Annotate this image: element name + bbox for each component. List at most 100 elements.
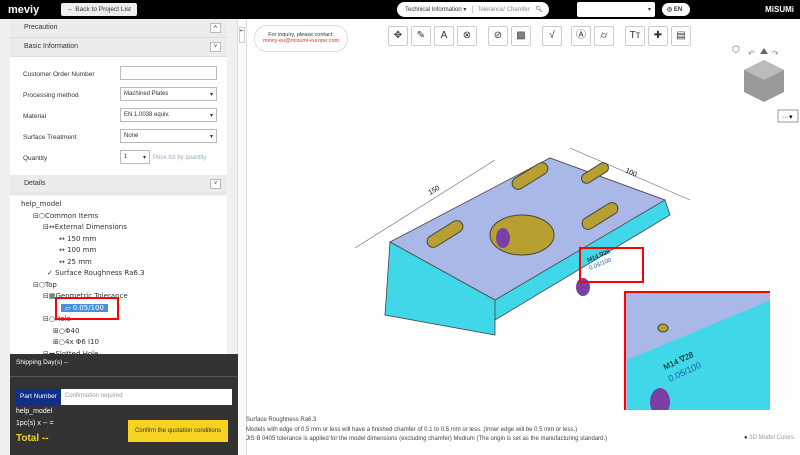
- tree-node[interactable]: ⊟↔External Dimensions: [21, 223, 227, 235]
- numbering-icon[interactable]: ▤: [671, 26, 691, 46]
- tree-label: Common Items: [45, 211, 99, 220]
- surface-treatment-label: Surface Treatment: [23, 134, 77, 141]
- hide-dimension-icon[interactable]: ⊘: [488, 26, 508, 46]
- tree-label: 150 mm: [67, 234, 97, 243]
- material-select[interactable]: EN 1.0038 equiv. ▾: [120, 108, 217, 122]
- inquiry-badge: For inquiry, please contact: meviy-eu@mi…: [254, 25, 348, 52]
- expand-panel-icon[interactable]: ⇤: [239, 27, 245, 43]
- datum-icon[interactable]: ✚: [648, 26, 668, 46]
- price-list-link[interactable]: Price list by quantity: [153, 155, 206, 161]
- tree-node[interactable]: ✓ Surface Roughness Ra6.3: [21, 269, 227, 281]
- chevron-down-icon[interactable]: ˅: [210, 42, 221, 52]
- surface-treatment-value: None: [124, 133, 139, 139]
- tree-label: Surface Roughness Ra6.3: [55, 269, 145, 277]
- tree-highlight-box: [55, 297, 119, 320]
- edit-dimension-icon[interactable]: ✎: [411, 26, 431, 46]
- note-tolerance: JIS B 0405 tolerance is applied for the …: [246, 436, 608, 442]
- text-dimension-icon[interactable]: A: [434, 26, 454, 46]
- 3d-model-viewport[interactable]: 150 100 0.05/100 M14 ∇28 0.05/100 M14 ∇2…: [250, 130, 770, 410]
- chevron-up-icon[interactable]: ˄: [210, 23, 221, 33]
- quantity-label: Quantity: [23, 155, 48, 162]
- highlighted-hole: [576, 278, 590, 296]
- search-category-select[interactable]: Technical Information ▾: [397, 6, 474, 13]
- search-box: Technical Information ▾ Tolerance/ Chamf…: [397, 2, 549, 17]
- tree-label: 25 mm: [67, 257, 92, 266]
- annotation-icon[interactable]: Ⓐ: [571, 26, 591, 46]
- confirm-quotation-button[interactable]: Confirm the quotation conditions: [128, 420, 228, 442]
- customer-order-input[interactable]: [120, 66, 217, 80]
- dimension-100: 100: [624, 167, 638, 178]
- tree-node[interactable]: ↔ 150 mm: [21, 235, 227, 247]
- quantity-line: 1pc(s) x -- =: [16, 420, 54, 427]
- language-button[interactable]: ◎ EN: [662, 3, 690, 16]
- processing-method-select[interactable]: Machined Plates ▾: [120, 87, 217, 101]
- tree-label: Top: [45, 280, 57, 289]
- shipping-panel: Shipping Day(s) -- Part Number Confirmati…: [10, 354, 238, 455]
- part-number-input[interactable]: Confirmation required: [61, 389, 127, 405]
- tree-node-selected[interactable]: ▱ 0.05/100: [21, 303, 227, 316]
- tree-node[interactable]: ↔ 25 mm: [21, 258, 227, 270]
- shipping-days: Shipping Day(s) --: [16, 359, 69, 366]
- processing-method-value: Machined Plates: [124, 91, 169, 97]
- tree-label: Φ40: [64, 326, 80, 335]
- quantity-select[interactable]: 1 ▾: [120, 150, 150, 164]
- delete-dimension-icon[interactable]: ⊗: [457, 26, 477, 46]
- panel-splitter[interactable]: ⇤: [238, 19, 247, 455]
- legend-label: 3D Model Colors: [749, 435, 794, 441]
- svg-text:···▾: ···▾: [782, 114, 793, 121]
- tree-node[interactable]: ⊟⬡Top: [21, 281, 227, 293]
- header-dropdown[interactable]: ▾: [577, 2, 655, 17]
- rotate-up-icon: [760, 48, 768, 54]
- details-label: Details: [24, 180, 46, 187]
- search-input[interactable]: Tolerance/ Chamfer: [473, 7, 535, 13]
- model-colors-legend[interactable]: ● 3D Model Colors: [744, 435, 794, 441]
- fit-view-icon[interactable]: ✥: [388, 26, 408, 46]
- total-price: Total --: [16, 433, 49, 444]
- back-to-project-list-button[interactable]: ← Back to Project List: [61, 3, 137, 16]
- tree-node[interactable]: ⊟⬡Common Items: [21, 212, 227, 224]
- rotate-right-icon: ↷: [772, 49, 779, 58]
- tree-node[interactable]: ⊟○Hole: [21, 315, 227, 327]
- basic-information-section[interactable]: Basic Information ˅: [10, 38, 227, 57]
- help-icon: ●: [744, 435, 748, 441]
- feature-grid-icon[interactable]: ▩: [511, 26, 531, 46]
- tree-node[interactable]: ⊞○Φ40: [21, 327, 227, 339]
- customer-order-label: Customer Order Number: [23, 71, 95, 78]
- tree-label: 4x Φ6 I10: [64, 338, 99, 346]
- part-number-row: Part Number Confirmation required: [16, 389, 232, 405]
- precaution-label: Precaution: [24, 24, 58, 31]
- tree-label: 100 mm: [67, 246, 97, 254]
- tree-node[interactable]: ⊟▦Geometric Tolerance: [21, 292, 227, 304]
- tree-node[interactable]: ⊞○4x Φ6 I10: [21, 338, 227, 350]
- material-label: Material: [23, 113, 47, 120]
- surface-treatment-select[interactable]: None ▾: [120, 129, 217, 143]
- text-size-icon[interactable]: Tт: [625, 26, 645, 46]
- meviy-logo[interactable]: meviy: [8, 4, 60, 16]
- rotate-left-icon: ↶: [748, 49, 755, 58]
- basic-information-label: Basic Information: [24, 43, 79, 50]
- view-cube[interactable]: ⬡ ↶ ↷ ···▾: [728, 40, 800, 130]
- material-value: EN 1.0038 equiv.: [124, 112, 170, 118]
- geometric-tolerance-icon[interactable]: ⌭: [594, 26, 614, 46]
- model-name: help_model: [16, 408, 53, 415]
- inquiry-email-link[interactable]: meviy-eu@misumi-europe.com: [255, 38, 347, 44]
- chevron-down-icon[interactable]: ˅: [210, 179, 221, 189]
- search-category-label: Technical Information: [405, 7, 462, 13]
- details-section[interactable]: Details ˅: [10, 175, 227, 194]
- divider: [10, 376, 238, 377]
- home-view-icon: ⬡: [732, 44, 740, 54]
- surface-roughness-icon[interactable]: √: [542, 26, 562, 46]
- precaution-section[interactable]: Precaution ˄: [10, 19, 227, 38]
- basic-information-form: Customer Order Number Processing method …: [10, 57, 227, 175]
- quantity-value: 1: [124, 154, 128, 160]
- search-icon[interactable]: 🔍︎: [535, 6, 549, 13]
- tree-root[interactable]: help_model: [21, 200, 227, 212]
- globe-icon: ◎: [667, 7, 673, 13]
- part-number-label: Part Number: [16, 389, 61, 405]
- tree-node[interactable]: ↔ 100 mm: [21, 246, 227, 258]
- misumi-logo: MiSUMi: [765, 5, 794, 14]
- processing-method-label: Processing method: [23, 92, 79, 99]
- tree-label: External Dimensions: [54, 223, 127, 231]
- note-surface-roughness: Surface Roughness Ra6.3: [246, 417, 317, 423]
- note-chamfer: Models with edge of 0.5 mm or less will …: [246, 426, 578, 433]
